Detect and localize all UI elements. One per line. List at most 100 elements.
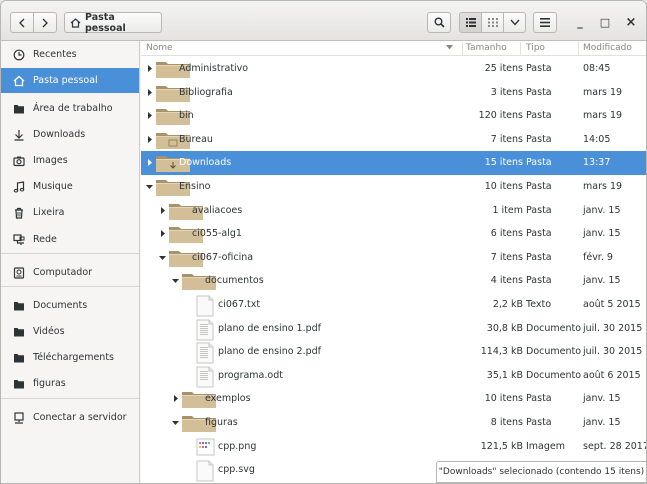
trash-icon: [13, 207, 25, 219]
file-list-view: Nome Tamanho Tipo Modificado Administrat…: [141, 41, 646, 483]
maximize-button[interactable]: □: [592, 12, 618, 33]
sidebar-item-computador[interactable]: Computador: [1, 260, 139, 285]
row-modified: mars 19: [583, 110, 623, 121]
back-button[interactable]: [10, 12, 34, 33]
folder-row[interactable]: Administrativo 25 itens Pasta 08:45: [141, 57, 646, 81]
folder-icon: [13, 300, 25, 312]
row-type: Pasta: [526, 157, 552, 168]
row-size: 35,1 kB: [486, 370, 523, 381]
row-type: Pasta: [526, 275, 552, 286]
file-row[interactable]: programa.odt 35,1 kB Documento août 6 2015: [141, 364, 646, 388]
sidebar-item-conectar-a-servidor[interactable]: Conectar a servidor: [1, 405, 139, 430]
expander-collapsed-icon[interactable]: [158, 229, 167, 238]
sidebar-item-lixeira[interactable]: Lixeira: [1, 200, 139, 225]
row-size: 10 itens: [484, 181, 523, 192]
expander-collapsed-icon[interactable]: [145, 158, 154, 167]
expander-collapsed-icon[interactable]: [158, 206, 167, 215]
selection-status-overlay: "Downloads" selecionado (contendo 15 ite…: [436, 461, 646, 483]
row-name: cpp.svg: [218, 464, 255, 475]
menu-button[interactable]: [533, 12, 557, 33]
sidebar-item-label: Pasta pessoal: [33, 75, 98, 86]
expander-expanded-icon[interactable]: [158, 253, 167, 262]
home-icon: [13, 75, 25, 87]
folder-row[interactable]: ci067-oficina 7 itens Pasta févr. 9: [141, 246, 646, 270]
file-manager-window: Pasta pessoal _ □ × Recentes Pasta pessoa…: [0, 0, 647, 484]
folder-icon: [13, 326, 25, 338]
grid-view-button[interactable]: [481, 12, 504, 33]
sidebar-item-label: Recentes: [33, 49, 77, 60]
column-header-modified[interactable]: Modificado: [583, 43, 632, 53]
sidebar-item-musique[interactable]: Musique: [1, 174, 139, 199]
row-size: 8 itens: [490, 417, 523, 428]
list-view-button[interactable]: [459, 12, 482, 33]
close-button[interactable]: ×: [618, 12, 644, 33]
folder-row[interactable]: Ensino 10 itens Pasta mars 19: [141, 175, 646, 199]
folder-row[interactable]: ci055-alg1 6 itens Pasta janv. 15: [141, 222, 646, 246]
sidebar-item-downloads[interactable]: Downloads: [1, 122, 139, 147]
row-type: Documento: [526, 346, 582, 357]
folder-row[interactable]: figuras 8 itens Pasta janv. 15: [141, 411, 646, 435]
expander-expanded-icon[interactable]: [171, 276, 180, 285]
folder-row[interactable]: bin 120 itens Pasta mars 19: [141, 104, 646, 128]
expander-collapsed-icon[interactable]: [145, 88, 154, 97]
file-row[interactable]: cpp.png 121,5 kB Imagem sept. 28 2017: [141, 435, 646, 459]
row-name: ci055-alg1: [192, 228, 242, 239]
row-size: 10 itens: [484, 393, 523, 404]
folder-row[interactable]: Downloads 15 itens Pasta 13:37: [141, 151, 646, 175]
clock-icon: [13, 49, 25, 61]
expander-expanded-icon[interactable]: [145, 182, 154, 191]
expander-collapsed-icon[interactable]: [145, 64, 154, 73]
sidebar-item-label: Área de trabalho: [33, 103, 113, 114]
row-modified: 13:37: [583, 157, 611, 168]
folder-row[interactable]: Bureau 7 itens Pasta 14:05: [141, 128, 646, 152]
sidebar-item-recentes[interactable]: Recentes: [1, 42, 139, 67]
sidebar-item-label: Downloads: [33, 129, 86, 140]
sidebar-item-images[interactable]: Images: [1, 148, 139, 173]
row-name: avaliacoes: [192, 205, 243, 216]
folder-row[interactable]: Bibliografia 3 itens Pasta mars 19: [141, 81, 646, 105]
file-row[interactable]: plano de ensino 2.pdf 114,3 kB Documento ju…: [141, 340, 646, 364]
row-type: Pasta: [526, 181, 552, 192]
sidebar-item-label: Lixeira: [33, 207, 65, 218]
folder-row[interactable]: avaliacoes 1 item Pasta janv. 15: [141, 199, 646, 223]
view-options-dropdown-button[interactable]: [503, 12, 526, 33]
row-name: Bibliografia: [179, 87, 233, 98]
column-header-size[interactable]: Tamanho: [466, 43, 507, 53]
folder-row[interactable]: exemplos 10 itens Pasta janv. 15: [141, 387, 646, 411]
sidebar-item-documents[interactable]: Documents: [1, 293, 139, 318]
expander-collapsed-icon[interactable]: [145, 135, 154, 144]
minimize-button[interactable]: _: [567, 12, 593, 33]
sidebar-item-rede[interactable]: Rede: [1, 227, 139, 252]
sidebar-separator: [1, 253, 139, 254]
column-header-type[interactable]: Tipo: [526, 43, 545, 53]
sidebar-item-label: Musique: [33, 181, 73, 192]
row-modified: févr. 9: [583, 252, 613, 263]
column-header-name[interactable]: Nome: [146, 43, 173, 53]
grid-view-icon: [487, 18, 498, 27]
forward-button[interactable]: [33, 12, 57, 33]
row-size: 4 itens: [490, 275, 523, 286]
path-bar-home-button[interactable]: Pasta pessoal: [64, 12, 162, 34]
row-type: Pasta: [526, 252, 552, 263]
sidebar-item-figuras[interactable]: figuras: [1, 371, 139, 396]
expander-collapsed-icon[interactable]: [145, 111, 154, 120]
header-bar: Pasta pessoal _ □ ×: [1, 1, 646, 41]
file-row[interactable]: ci067.txt 2,2 kB Texto août 5 2015: [141, 293, 646, 317]
sidebar-item-pasta-pessoal[interactable]: Pasta pessoal: [1, 68, 139, 93]
row-modified: janv. 15: [583, 417, 621, 428]
row-name: figuras: [205, 417, 238, 428]
expander-collapsed-icon[interactable]: [171, 394, 180, 403]
row-modified: juil. 30 2015: [583, 323, 643, 334]
sidebar-item-label: figuras: [33, 378, 66, 389]
row-type: Pasta: [526, 87, 552, 98]
expander-expanded-icon[interactable]: [171, 418, 180, 427]
sidebar-item--rea-de-trabalho[interactable]: Área de trabalho: [1, 96, 139, 121]
search-button[interactable]: [427, 12, 451, 33]
sidebar-item-t-l-chargements[interactable]: Téléchargements: [1, 345, 139, 370]
file-row[interactable]: plano de ensino 1.pdf 30,8 kB Documento jui…: [141, 317, 646, 341]
sidebar-item-vid-os[interactable]: Vidéos: [1, 319, 139, 344]
folder-row[interactable]: documentos 4 itens Pasta janv. 15: [141, 269, 646, 293]
row-modified: mars 19: [583, 181, 623, 192]
row-size: 15 itens: [484, 157, 523, 168]
row-size: 121,5 kB: [480, 441, 523, 452]
